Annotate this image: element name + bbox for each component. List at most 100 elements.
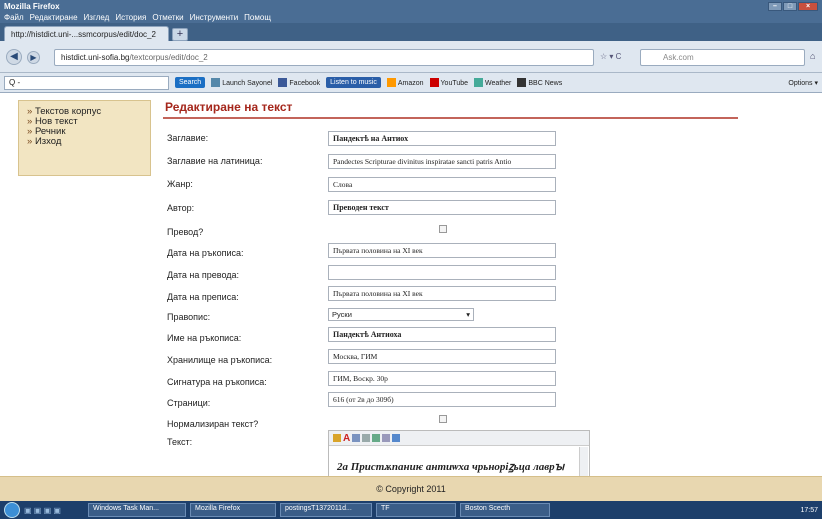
taskbar-item-tf[interactable]: TF xyxy=(376,503,456,517)
browser-tab[interactable]: http://histdict.uni-...ssmcorpus/edit/do… xyxy=(4,26,169,41)
manuscript-name-input[interactable]: Пандектѣ Антиоха xyxy=(328,327,556,342)
manuscript-date-input[interactable]: Първата половина на XI век xyxy=(328,243,556,258)
menu-bar: Файл Редактиране Изглед История Отметки … xyxy=(0,12,822,23)
url-host: histdict.uni-sofia.bg xyxy=(61,53,130,62)
tab-strip: http://histdict.uni-...ssmcorpus/edit/do… xyxy=(0,23,822,41)
field-label-title: Заглавие: xyxy=(167,133,209,143)
menu-bookmarks[interactable]: Отметки xyxy=(152,13,183,22)
launch-icon xyxy=(211,78,221,87)
taskbar-item-postings[interactable]: postingsT1372011d... xyxy=(280,503,372,517)
field-label-genre: Жанр: xyxy=(167,179,193,189)
toolbar-item-launch[interactable]: Launch Sayonel xyxy=(211,78,272,87)
forward-icon[interactable]: ▶ xyxy=(27,51,40,64)
addon-toolbar: Q - Search Launch Sayonel Facebook Liste… xyxy=(0,73,822,93)
table-icon[interactable] xyxy=(352,434,361,442)
toolbar-item-facebook[interactable]: Facebook xyxy=(278,78,320,87)
home-icon[interactable]: ⌂ xyxy=(810,51,815,61)
signature-input[interactable]: ГИМ, Воскр. 30р xyxy=(328,371,556,386)
genre-input[interactable]: Слова xyxy=(328,177,556,192)
field-label-orthography: Правопис: xyxy=(167,312,211,322)
menu-view[interactable]: Изглед xyxy=(84,13,110,22)
title-divider xyxy=(163,117,738,119)
url-bar[interactable]: histdict.uni-sofia.bg/textcorpus/edit/do… xyxy=(54,49,594,66)
image-icon[interactable] xyxy=(362,434,371,442)
toolbar-options[interactable]: Options ▾ xyxy=(788,79,818,87)
paste-icon[interactable] xyxy=(333,434,341,442)
field-label-translation-date: Дата на превода: xyxy=(167,270,240,280)
toolbar-item-youtube[interactable]: YouTube xyxy=(429,78,468,87)
tab-label: http://histdict.uni-...ssmcorpus/edit/do… xyxy=(11,29,156,39)
menu-edit[interactable]: Редактиране xyxy=(30,13,78,22)
field-label-pages: Страници: xyxy=(167,398,211,408)
orthography-selected: Руски xyxy=(332,310,352,319)
window-title: Mozilla Firefox xyxy=(4,1,60,11)
web-search-placeholder: Ask.com xyxy=(663,53,694,62)
source-icon[interactable] xyxy=(392,434,401,442)
link-icon[interactable] xyxy=(372,434,381,442)
orthography-select[interactable]: Руски ▾ xyxy=(328,308,474,321)
toolbar-item-music[interactable]: Listen to music xyxy=(326,77,381,88)
field-label-copy-date: Дата на преписа: xyxy=(167,292,239,302)
amazon-icon xyxy=(386,78,396,87)
menu-history[interactable]: История xyxy=(115,13,146,22)
field-label-signature: Сигнатура на ръкописа: xyxy=(167,377,267,387)
page-title: Редактиране на текст xyxy=(165,100,293,114)
menu-tools[interactable]: Инструменти xyxy=(190,13,239,22)
normalized-checkbox[interactable] xyxy=(439,415,447,423)
navigation-bar: ◀ ▶ histdict.uni-sofia.bg/textcorpus/edi… xyxy=(0,41,822,73)
author-input[interactable]: Преводен текст xyxy=(328,200,556,215)
toolbar-item-weather[interactable]: Weather xyxy=(474,78,511,87)
window-titlebar: Mozilla Firefox – □ × xyxy=(0,0,822,12)
weather-icon xyxy=(474,78,484,87)
start-button[interactable] xyxy=(4,502,20,518)
field-label-repository: Хранилище на ръкописа: xyxy=(167,355,273,365)
copyright-text: © Copyright 2011 xyxy=(376,484,446,494)
translation-date-input[interactable] xyxy=(328,265,556,280)
system-clock: 17:57 xyxy=(800,506,818,514)
toolbar-item-bbc[interactable]: BBC News xyxy=(517,78,562,87)
chevron-down-icon: ▾ xyxy=(466,310,470,319)
back-icon[interactable]: ◀ xyxy=(6,49,22,65)
field-label-normalized: Нормализиран текст? xyxy=(167,419,259,429)
pages-input[interactable]: 616 (от 2в до 309б) xyxy=(328,392,556,407)
field-label-manuscript-name: Име на ръкописа: xyxy=(167,333,242,343)
field-label-translation: Превод? xyxy=(167,227,204,237)
maximize-button[interactable]: □ xyxy=(783,1,797,11)
editor-toolbar: A xyxy=(329,431,589,446)
copy-date-input[interactable]: Първата половина на XI век xyxy=(328,286,556,301)
bbc-icon xyxy=(517,78,527,87)
menu-file[interactable]: Файл xyxy=(4,13,24,22)
menu-help[interactable]: Помощ xyxy=(244,13,271,22)
youtube-icon xyxy=(429,78,439,87)
sidebar-item-logout[interactable]: Изход xyxy=(27,137,142,147)
taskbar: ▣ ▣ ▣ ▣ Windows Task Man... Mozilla Fire… xyxy=(0,501,822,519)
special-char-icon[interactable] xyxy=(382,434,391,442)
repository-input[interactable]: Москва, ГИМ xyxy=(328,349,556,364)
editor-content[interactable]: 2а Пристѫпаниѥ антиѡха чрьнорiꙁьца лаврꙑ xyxy=(337,459,564,474)
toolbar-search-input[interactable]: Q - xyxy=(4,75,169,90)
field-label-manuscript-date: Дата на ръкописа: xyxy=(167,248,244,258)
sidebar-menu: Текстов корпус Нов текст Речник Изход xyxy=(18,100,151,176)
taskbar-item-boston[interactable]: Boston Scecth xyxy=(460,503,550,517)
reload-icon[interactable]: ☆ ▾ C xyxy=(600,52,621,61)
toolbar-search-button[interactable]: Search xyxy=(175,77,206,88)
minimize-button[interactable]: – xyxy=(768,1,782,11)
latin-title-input[interactable]: Pandectes Scripturae divinitus inspirata… xyxy=(328,154,556,169)
quick-launch-icons[interactable]: ▣ ▣ ▣ ▣ xyxy=(24,506,84,515)
field-label-text: Текст: xyxy=(167,437,193,447)
close-window-button[interactable]: × xyxy=(798,1,818,11)
page-footer: © Copyright 2011 xyxy=(0,476,822,501)
url-path: /textcorpus/edit/doc_2 xyxy=(129,53,208,62)
taskbar-item-task-manager[interactable]: Windows Task Man... xyxy=(88,503,186,517)
title-input[interactable]: Пандектѣ на Антиох xyxy=(328,131,556,146)
font-color-icon[interactable]: A xyxy=(343,433,350,444)
new-tab-button[interactable]: + xyxy=(172,28,188,41)
toolbar-item-amazon[interactable]: Amazon xyxy=(386,78,424,87)
facebook-icon xyxy=(278,78,288,87)
toolbar-search-placeholder: Q - xyxy=(9,77,21,87)
field-label-latin-title: Заглавие на латиница: xyxy=(167,156,263,166)
taskbar-item-firefox[interactable]: Mozilla Firefox xyxy=(190,503,276,517)
translation-checkbox[interactable] xyxy=(439,225,447,233)
web-search-input[interactable]: Ask.com xyxy=(640,49,805,66)
field-label-author: Автор: xyxy=(167,203,195,213)
